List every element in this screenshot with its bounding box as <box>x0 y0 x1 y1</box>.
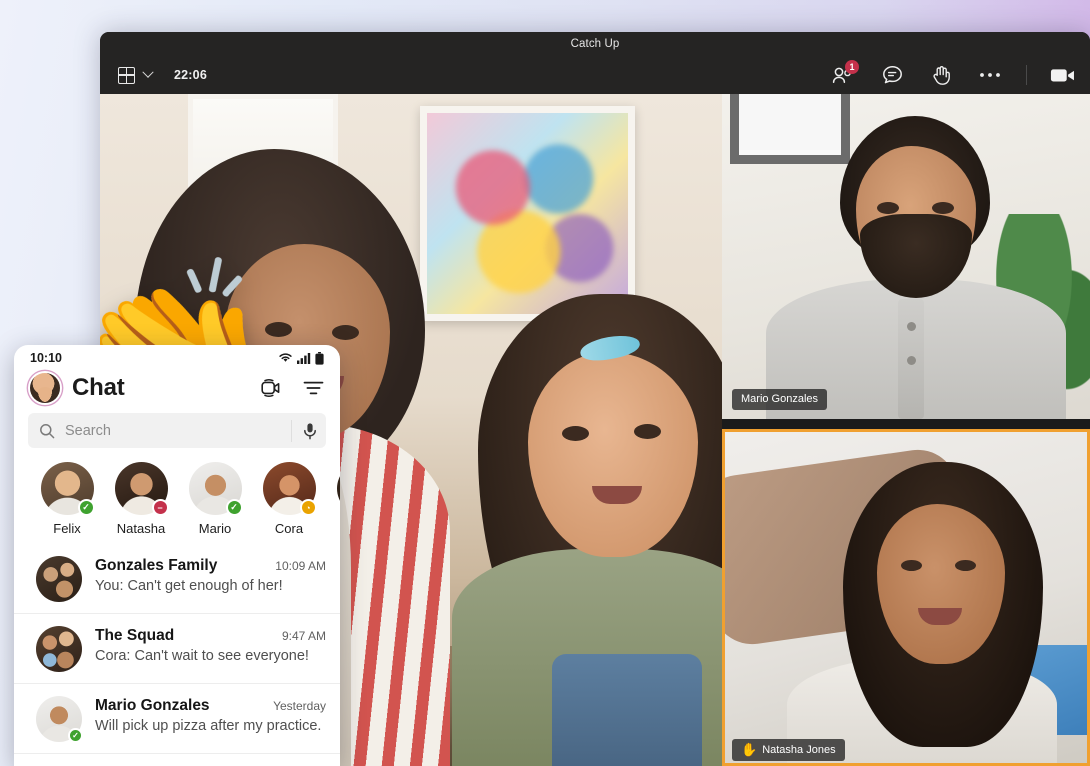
chat-preview: You: Can't get enough of her! <box>95 578 283 594</box>
participant-name: Natasha Jones <box>762 743 836 756</box>
wifi-icon <box>279 353 292 362</box>
avatar <box>36 556 82 602</box>
contact-name: Felix <box>53 521 81 536</box>
presence-badge-away: ◔ <box>299 499 317 516</box>
chat-title: Mario Gonzales <box>95 697 210 714</box>
screen-root: Catch Up 22:06 1 Mario Gonzales ✋ Natash… <box>0 0 1090 766</box>
participant-name: Mario Gonzales <box>741 393 819 406</box>
chat-preview: Cora: Can't wait to see everyone! <box>95 648 309 664</box>
search-placeholder: Search <box>65 422 111 439</box>
meeting-clock: 22:06 <box>174 68 207 82</box>
contact-felix[interactable]: ✓ Felix <box>36 462 98 536</box>
participant-name-tag: Mario Gonzales <box>732 389 828 411</box>
video-tile-natasha-jones[interactable]: ✋ Natasha Jones <box>722 429 1090 766</box>
microphone-icon[interactable] <box>302 422 318 440</box>
chat-time: 10:09 AM <box>275 559 326 573</box>
cellular-signal-icon <box>297 353 311 364</box>
list-item[interactable]: GT Green Tree House PTA Yesterday <box>14 754 340 766</box>
chat-preview: Will pick up pizza after my practice. <box>95 718 322 734</box>
contact-name: Cora <box>274 521 304 536</box>
contact-name: Mario <box>198 521 232 536</box>
raise-hand-icon: ✋ <box>741 742 758 757</box>
people-badge: 1 <box>845 60 859 74</box>
avatar <box>336 462 340 515</box>
video-scene-natasha <box>725 432 1087 764</box>
contact-name: Eri <box>332 521 340 536</box>
video-scene-mario <box>722 94 1090 420</box>
contact-mario[interactable]: ✓ Mario <box>184 462 246 536</box>
avatar[interactable] <box>30 373 60 403</box>
window-title-bar: Catch Up <box>100 32 1090 56</box>
chat-time: Yesterday <box>273 699 326 713</box>
mobile-chat-panel: 10:10 Chat Search ✓ Felix − Natasha ✓ Ma… <box>14 345 340 766</box>
toolbar-divider <box>1026 65 1027 85</box>
phone-clock: 10:10 <box>30 351 62 365</box>
chat-title: Gonzales Family <box>95 557 218 574</box>
search-icon <box>40 423 55 438</box>
participant-name-tag-raised-hand: ✋ Natasha Jones <box>732 739 845 761</box>
contact-name: Natasha <box>116 521 166 536</box>
chat-bubble-icon[interactable] <box>879 63 905 87</box>
avatar <box>36 626 82 672</box>
more-options-icon[interactable] <box>977 63 1003 87</box>
new-video-call-icon[interactable] <box>259 378 281 398</box>
search-container: Search <box>14 413 340 456</box>
presence-badge-available: ✓ <box>77 499 95 516</box>
phone-status-bar: 10:10 <box>14 345 340 371</box>
presence-badge-busy: − <box>151 499 169 516</box>
chat-list: Gonzales Family 10:09 AM You: Can't get … <box>14 544 340 766</box>
presence-badge-available: ✓ <box>225 499 243 516</box>
battery-icon <box>315 351 324 365</box>
raise-hand-icon[interactable] <box>928 63 954 87</box>
grid-view-icon[interactable] <box>118 66 135 84</box>
camera-icon[interactable] <box>1050 63 1076 87</box>
page-title: Chat <box>72 374 125 401</box>
chat-header: Chat <box>14 371 340 413</box>
presence-badge-available: ✓ <box>68 728 83 743</box>
search-input[interactable]: Search <box>28 413 326 448</box>
filter-icon[interactable] <box>303 380 324 396</box>
contacts-strip[interactable]: ✓ Felix − Natasha ✓ Mario ◔ Cora <box>14 456 340 540</box>
contact-cora[interactable]: ◔ Cora <box>258 462 320 536</box>
video-tile-mario-gonzales[interactable]: Mario Gonzales <box>722 94 1090 420</box>
list-item[interactable]: The Squad 9:47 AM Cora: Can't wait to se… <box>14 614 340 684</box>
chat-time: 9:47 AM <box>281 629 326 643</box>
meeting-title: Catch Up <box>570 38 620 50</box>
list-item[interactable]: Gonzales Family 10:09 AM You: Can't get … <box>14 544 340 614</box>
chevron-down-icon[interactable] <box>142 66 154 78</box>
people-icon[interactable]: 1 <box>830 60 859 87</box>
contact-eric[interactable]: Eri <box>332 462 340 536</box>
meeting-toolbar: 22:06 1 <box>100 56 1090 94</box>
chat-title: The Squad <box>95 627 175 644</box>
list-item[interactable]: ✓ Mario Gonzales Yesterday Will pick up … <box>14 684 340 754</box>
search-divider <box>291 419 292 442</box>
participant-tile-column: Mario Gonzales ✋ Natasha Jones <box>722 94 1090 766</box>
contact-natasha[interactable]: − Natasha <box>110 462 172 536</box>
